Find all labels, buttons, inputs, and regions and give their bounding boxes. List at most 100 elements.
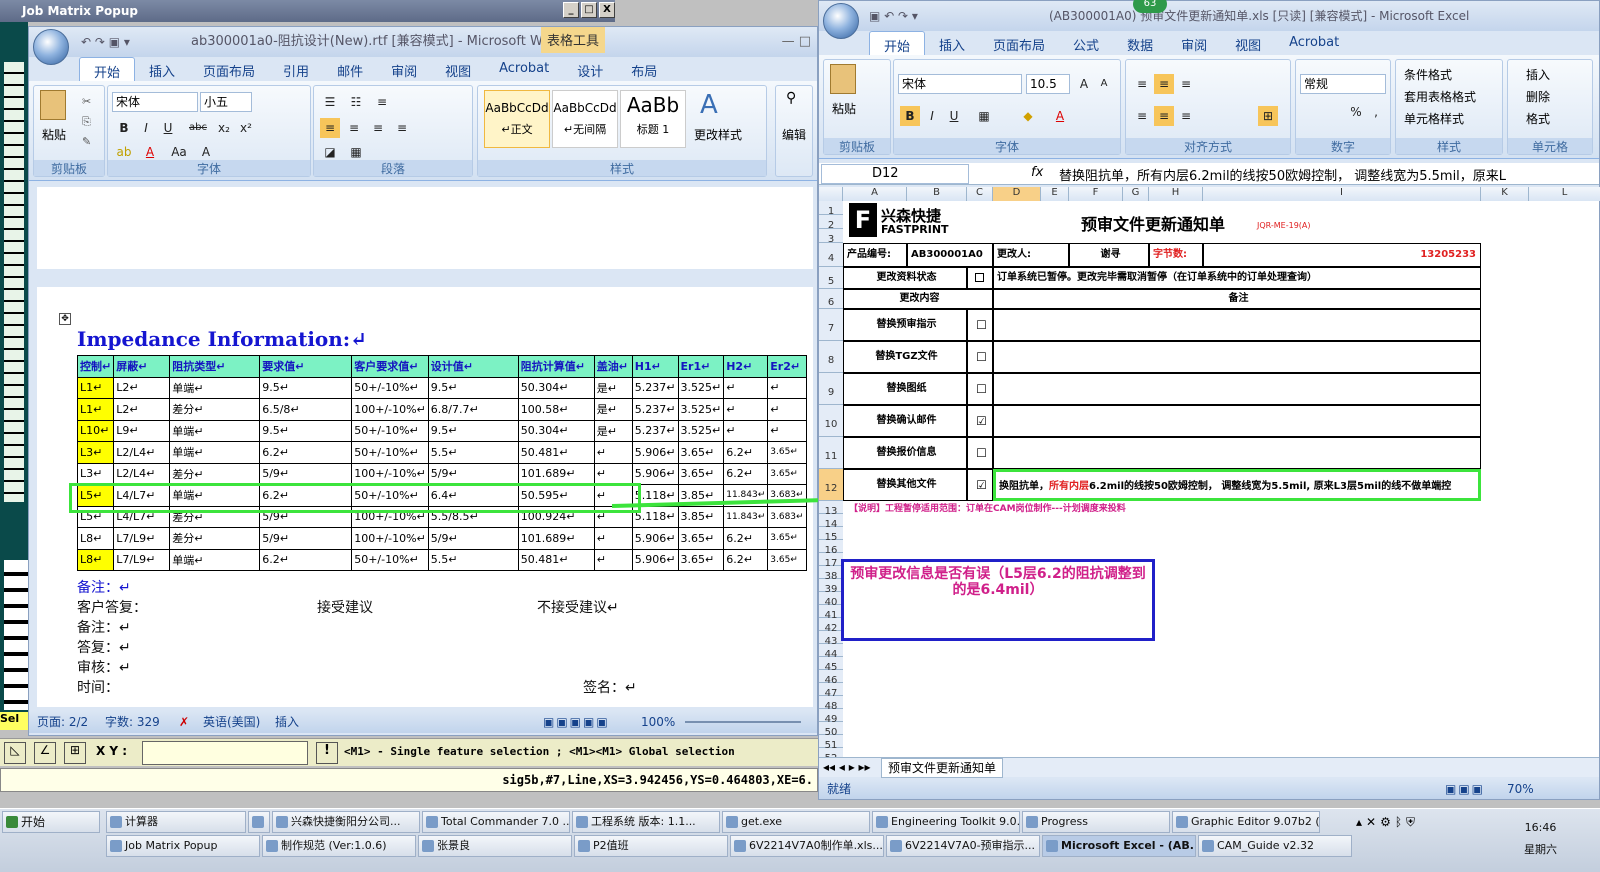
- function-icon[interactable]: fx: [1031, 165, 1043, 180]
- font-size-select[interactable]: 10.5: [1026, 74, 1070, 94]
- underline-icon[interactable]: U: [944, 106, 964, 126]
- table-cell[interactable]: 5.906↵: [631, 527, 679, 550]
- row-header[interactable]: 5: [819, 267, 843, 289]
- row-header[interactable]: 41: [819, 605, 843, 621]
- align-left-icon[interactable]: ≡: [320, 118, 340, 138]
- taskbar-item[interactable]: CAM_Guide v2.32: [1198, 835, 1352, 857]
- table-cell[interactable]: 6.2↵: [723, 462, 769, 485]
- tab-page-layout[interactable]: 页面布局: [189, 57, 269, 81]
- shading-icon[interactable]: ◪: [320, 142, 340, 162]
- quick-access-icons[interactable]: ▣ ↶ ↷ ▾: [869, 1, 918, 31]
- table-cell[interactable]: 5.906↵: [631, 548, 679, 571]
- change-case-icon[interactable]: Aa: [166, 142, 192, 162]
- layer-grid[interactable]: [4, 62, 24, 502]
- table-cell[interactable]: 3.525↵: [677, 398, 725, 421]
- table-cell[interactable]: 3.65↵: [677, 548, 725, 571]
- tab-mailings[interactable]: 邮件: [323, 57, 377, 81]
- table-cell[interactable]: 100+/-10%↵: [351, 398, 429, 421]
- multilevel-icon[interactable]: ≡: [372, 92, 392, 112]
- row-header[interactable]: 49: [819, 709, 843, 725]
- table-cell[interactable]: 是↵: [593, 419, 633, 442]
- edit-label[interactable]: 编辑: [782, 126, 806, 143]
- maximize-button[interactable]: □: [581, 2, 597, 18]
- taskbar-item[interactable]: 兴森快捷衡阳分公司...: [272, 811, 420, 833]
- align-center-icon[interactable]: ≡: [344, 118, 364, 138]
- table-cell[interactable]: L2↵: [113, 376, 171, 399]
- col-header[interactable]: G: [1123, 187, 1149, 201]
- item-remark[interactable]: [993, 437, 1481, 469]
- tab-acrobat[interactable]: Acrobat: [1275, 31, 1353, 55]
- shrink-font-icon[interactable]: A: [1094, 74, 1114, 94]
- office-button-icon[interactable]: [823, 3, 859, 39]
- delete-button[interactable]: 删除: [1526, 88, 1550, 105]
- spreadsheet-grid[interactable]: A B C D E F G H I K L 1 2 3 4 5 6 7 8 9 10 11 12 13 1…: [819, 187, 1600, 777]
- table-cell[interactable]: 单端↵: [169, 419, 261, 442]
- row-header[interactable]: 47: [819, 683, 843, 699]
- paste-label[interactable]: 粘贴: [832, 100, 856, 117]
- table-cell[interactable]: 3.65↵: [767, 548, 807, 571]
- border-icon[interactable]: ▦: [346, 142, 366, 162]
- zoom-level[interactable]: 100%: [641, 711, 675, 733]
- row-header[interactable]: 7: [819, 309, 843, 341]
- word-count[interactable]: 字数: 329: [105, 711, 160, 733]
- row-header[interactable]: 48: [819, 696, 843, 712]
- row-header[interactable]: 17: [819, 553, 843, 569]
- table-cell[interactable]: 5.237↵: [631, 376, 679, 399]
- window-controls[interactable]: — □: [782, 27, 811, 57]
- grow-font-icon[interactable]: A: [1074, 74, 1094, 94]
- table-cell[interactable]: L7/L9↵: [113, 527, 171, 550]
- font-name-select[interactable]: 宋体: [112, 92, 198, 112]
- superscript-icon[interactable]: x²: [236, 118, 256, 138]
- table-cell[interactable]: L3↵: [76, 462, 115, 485]
- taskbar-item[interactable]: [248, 811, 270, 833]
- layer-icons[interactable]: [4, 560, 28, 710]
- tray-icons[interactable]: ▴✕⚙ᛒ⛨: [1356, 815, 1419, 830]
- table-cell[interactable]: L2↵: [113, 398, 171, 421]
- item-remark[interactable]: [993, 309, 1481, 341]
- char-shading-icon[interactable]: A: [196, 142, 216, 162]
- col-header[interactable]: I: [1203, 187, 1481, 201]
- tab-view[interactable]: 视图: [431, 57, 485, 81]
- start-button[interactable]: 开始: [2, 811, 100, 833]
- table-cell[interactable]: L8↵: [76, 548, 115, 571]
- taskbar-item[interactable]: 6V2214V7A0制作单.xls...: [730, 835, 884, 857]
- font-color-icon[interactable]: A: [1050, 106, 1070, 126]
- table-cell[interactable]: 50.481↵: [517, 441, 595, 464]
- table-cell[interactable]: L1↵: [76, 376, 115, 399]
- sheet-nav-icons[interactable]: ◂◂ ◂ ▸ ▸▸: [823, 758, 871, 776]
- row-header[interactable]: 38: [819, 566, 843, 582]
- taskbar-item[interactable]: Microsoft Excel - (AB...: [1042, 835, 1196, 857]
- table-cell[interactable]: 9.5↵: [427, 419, 519, 442]
- taskbar-item[interactable]: get.exe: [722, 811, 870, 833]
- formula-input[interactable]: 替换阻抗单，所有内层6.2mil的线按50欧姆控制， 调整线宽为5.5mil，原…: [1059, 165, 1599, 184]
- col-header[interactable]: A: [843, 187, 907, 201]
- tab-review[interactable]: 审阅: [377, 57, 431, 81]
- table-cell[interactable]: 9.5↵: [259, 376, 353, 399]
- tool-icon[interactable]: ◺: [4, 742, 26, 764]
- table-cell[interactable]: L1↵: [76, 398, 115, 421]
- table-cell[interactable]: 6.2↵: [723, 441, 769, 464]
- table-cell[interactable]: 单端↵: [169, 441, 261, 464]
- item-checkbox[interactable]: ☐: [967, 373, 993, 405]
- justify-icon[interactable]: ≡: [392, 118, 412, 138]
- table-cell[interactable]: L3↵: [76, 441, 115, 464]
- col-header[interactable]: B: [907, 187, 967, 201]
- align-top-icon[interactable]: ≡: [1132, 74, 1152, 94]
- row-header[interactable]: 51: [819, 735, 843, 751]
- table-cell[interactable]: 是↵: [593, 376, 633, 399]
- table-cell[interactable]: 9.5↵: [259, 419, 353, 442]
- row-header[interactable]: 1: [819, 201, 843, 217]
- fill-color-icon[interactable]: ◆: [1018, 106, 1038, 126]
- italic-icon[interactable]: I: [922, 106, 942, 126]
- row-header[interactable]: 39: [819, 579, 843, 595]
- tab-insert[interactable]: 插入: [925, 31, 979, 55]
- table-cell[interactable]: 100+/-10%↵: [351, 462, 429, 485]
- format-button[interactable]: 格式: [1526, 110, 1550, 127]
- cell-styles-button[interactable]: 单元格样式: [1404, 110, 1464, 127]
- table-cell[interactable]: 3.65↵: [677, 527, 725, 550]
- change-styles-label[interactable]: 更改样式: [694, 126, 742, 143]
- item-checkbox[interactable]: ☐: [967, 437, 993, 469]
- style-normal[interactable]: AaBbCcDd ↵正文: [484, 90, 550, 148]
- item-checkbox[interactable]: ☑: [967, 469, 993, 501]
- align-middle-icon[interactable]: ≡: [1154, 74, 1174, 94]
